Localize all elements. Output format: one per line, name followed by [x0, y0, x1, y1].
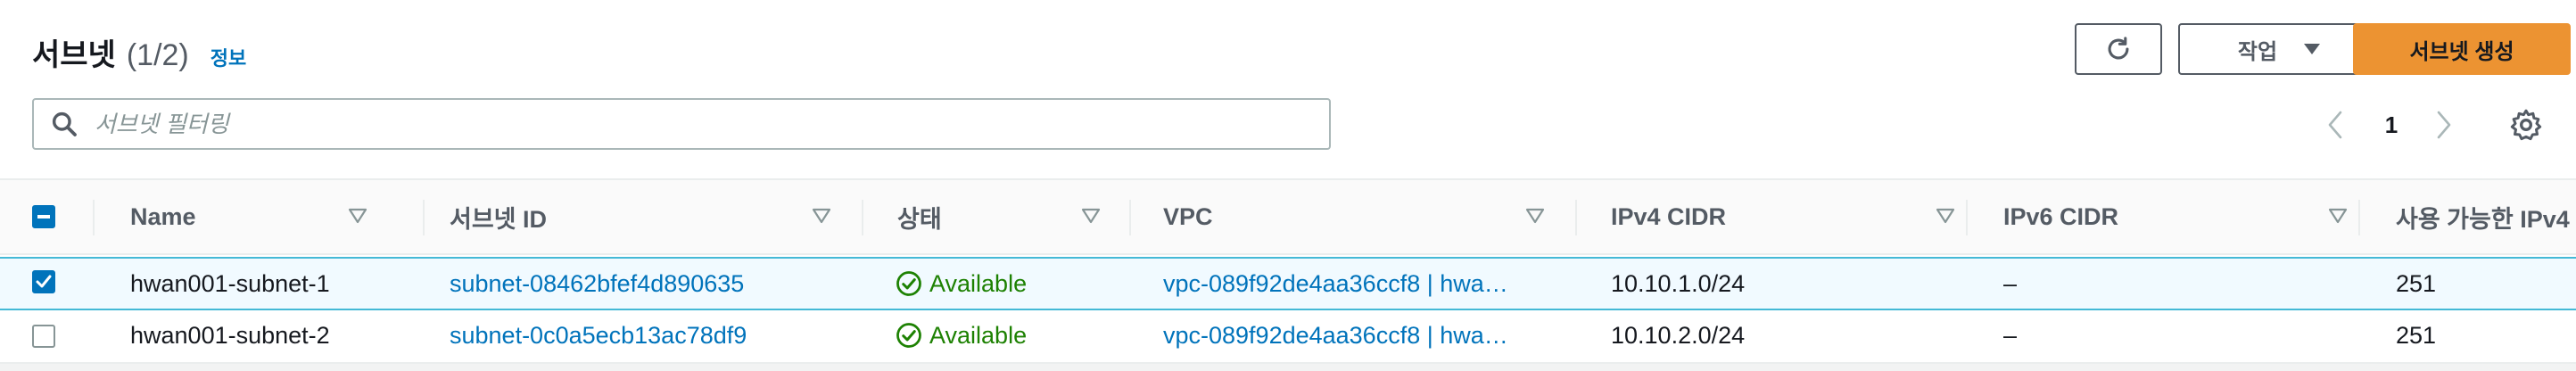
- actions-dropdown-button[interactable]: 작업: [2178, 23, 2382, 75]
- refresh-icon: [2108, 37, 2129, 60]
- column-header-subnet-id[interactable]: 서브넷 ID: [450, 180, 862, 253]
- column-label: IPv4 CIDR: [1611, 202, 1727, 230]
- column-label: Name: [130, 202, 196, 230]
- filter-search[interactable]: [32, 98, 1331, 150]
- column-header-ipv6-cidr[interactable]: IPv6 CIDR: [2003, 180, 2378, 253]
- cell-ipv4-cidr: 10.10.1.0/24: [1611, 269, 1746, 297]
- create-subnet-label: 서브넷 생성: [2409, 39, 2514, 64]
- check-circle-icon: [896, 271, 921, 296]
- previous-page-button[interactable]: [2317, 100, 2353, 150]
- column-divider: [1966, 200, 1968, 235]
- column-label: 사용 가능한 IPv4: [2396, 205, 2570, 233]
- sort-triangle-icon[interactable]: [2328, 207, 2348, 225]
- column-header-vpc[interactable]: VPC: [1163, 180, 1575, 253]
- selection-count: (1/2): [126, 38, 189, 72]
- refresh-button[interactable]: [2075, 23, 2162, 75]
- select-all-checkbox[interactable]: [32, 205, 55, 228]
- checkmark-icon: [36, 275, 52, 288]
- cell-status: Available: [896, 259, 1027, 309]
- sort-triangle-icon[interactable]: [1525, 207, 1545, 225]
- column-divider: [423, 200, 425, 235]
- title-area: 서브넷 (1/2) 정보: [32, 30, 246, 74]
- chevron-left-icon: [2328, 111, 2342, 139]
- chevron-right-icon: [2437, 111, 2451, 139]
- status-text: Available: [929, 269, 1028, 297]
- column-divider: [1129, 200, 1131, 235]
- column-label: 상태: [897, 205, 942, 233]
- sort-triangle-icon[interactable]: [1081, 207, 1101, 225]
- table-row[interactable]: hwan001-subnet-1 subnet-08462bfef4d89063…: [0, 257, 2576, 310]
- cell-ipv6-cidr: –: [2003, 321, 2018, 349]
- info-link[interactable]: 정보: [211, 43, 246, 71]
- actions-label: 작업: [2237, 39, 2278, 64]
- gear-icon[interactable]: [2508, 107, 2544, 143]
- sort-triangle-icon[interactable]: [348, 207, 367, 225]
- sort-triangle-icon[interactable]: [1936, 207, 1955, 225]
- column-divider: [1575, 200, 1577, 235]
- cell-subnet-id-link[interactable]: subnet-08462bfef4d890635: [450, 259, 744, 309]
- page-title: 서브넷: [32, 38, 116, 72]
- column-label: IPv6 CIDR: [2003, 202, 2119, 230]
- column-divider: [93, 200, 95, 235]
- column-label: VPC: [1163, 202, 1213, 230]
- cell-vpc-link[interactable]: vpc-089f92de4aa36ccf8 | hwa…: [1163, 259, 1508, 309]
- table-row[interactable]: hwan001-subnet-2 subnet-0c0a5ecb13ac78df…: [0, 310, 2576, 364]
- table-bottom-border: [0, 364, 2576, 371]
- cell-status: Available: [896, 310, 1027, 360]
- next-page-button[interactable]: [2426, 100, 2462, 150]
- cell-name: hwan001-subnet-1: [130, 269, 330, 297]
- column-header-status[interactable]: 상태: [897, 180, 1131, 253]
- column-divider: [2358, 200, 2360, 235]
- cell-subnet-id-link[interactable]: subnet-0c0a5ecb13ac78df9: [450, 310, 747, 360]
- table-header: Name 서브넷 ID 상태 VPC IPv4 CIDR IPv6 CIDR 사…: [0, 178, 2576, 255]
- status-text: Available: [929, 321, 1028, 349]
- search-icon: [52, 111, 77, 136]
- cell-ipv4-cidr: 10.10.2.0/24: [1611, 321, 1746, 349]
- search-input[interactable]: [93, 109, 1292, 139]
- cell-vpc-link[interactable]: vpc-089f92de4aa36ccf8 | hwa…: [1163, 310, 1508, 360]
- indeterminate-mark: [37, 215, 50, 218]
- column-header-ipv4-cidr[interactable]: IPv4 CIDR: [1611, 180, 1986, 253]
- column-header-available-ipv4[interactable]: 사용 가능한 IPv4: [2396, 180, 2576, 253]
- current-page-number[interactable]: 1: [2378, 100, 2405, 150]
- row-checkbox[interactable]: [32, 325, 55, 348]
- create-subnet-button[interactable]: 서브넷 생성: [2353, 23, 2571, 75]
- column-header-name[interactable]: Name: [130, 180, 398, 253]
- column-divider: [862, 200, 863, 235]
- check-circle-icon: [896, 323, 921, 348]
- row-checkbox[interactable]: [32, 270, 55, 293]
- cell-available-ipv4: 251: [2396, 321, 2437, 349]
- caret-down-icon: [2304, 44, 2321, 54]
- cell-available-ipv4: 251: [2396, 269, 2437, 297]
- page-header: 서브넷 (1/2) 정보 작업 서브넷 생성 1: [0, 0, 2576, 178]
- sort-triangle-icon[interactable]: [812, 207, 831, 225]
- column-label: 서브넷 ID: [450, 205, 548, 233]
- cell-ipv6-cidr: –: [2003, 269, 2018, 297]
- cell-name: hwan001-subnet-2: [130, 321, 330, 349]
